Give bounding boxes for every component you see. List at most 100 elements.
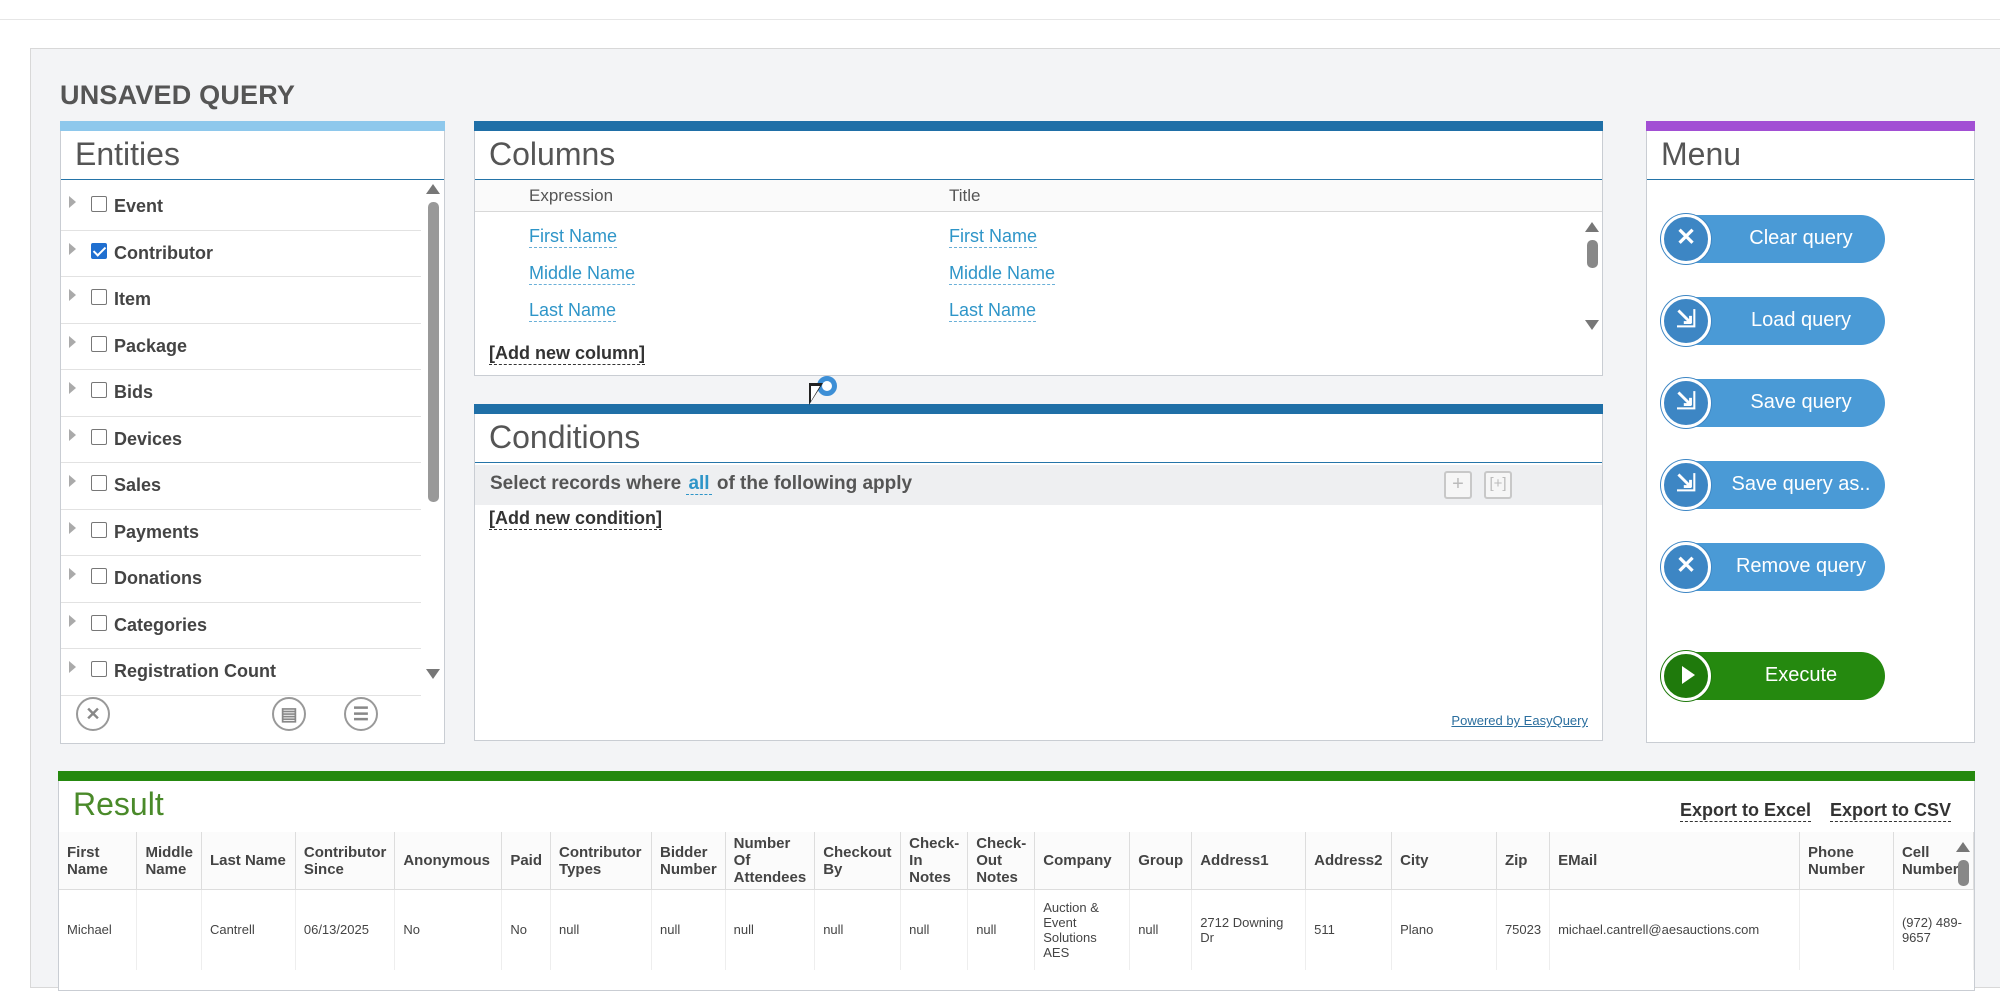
- entity-checkbox[interactable]: [91, 428, 107, 445]
- add-condition-link[interactable]: [Add new condition]: [489, 508, 662, 530]
- execute-button[interactable]: Execute: [1661, 651, 1885, 701]
- expand-triangle-icon[interactable]: [69, 521, 76, 534]
- expand-triangle-icon[interactable]: [69, 661, 76, 673]
- list-view-icon[interactable]: ☰: [344, 697, 378, 731]
- column-header[interactable]: Anonymous: [394, 832, 503, 890]
- column-header[interactable]: City: [1391, 832, 1497, 890]
- column-title[interactable]: Last Name: [949, 300, 1037, 322]
- clear-entities-icon[interactable]: ✕: [76, 697, 110, 731]
- add-column-link[interactable]: [Add new column]: [489, 343, 645, 365]
- expand-triangle-icon[interactable]: [69, 289, 76, 301]
- entity-checkbox[interactable]: [91, 335, 107, 352]
- expand-triangle-icon[interactable]: [69, 475, 76, 487]
- entity-checkbox[interactable]: [91, 521, 107, 538]
- entity-item[interactable]: Registration Count: [61, 649, 421, 696]
- entity-item[interactable]: Categories: [61, 603, 421, 649]
- scroll-down-icon[interactable]: [426, 669, 440, 679]
- save-query-as-label: Save query as..: [1731, 473, 1871, 495]
- table-cell: [1799, 889, 1894, 970]
- column-header[interactable]: Zip: [1496, 832, 1551, 890]
- column-header[interactable]: Contributor Since: [295, 832, 396, 890]
- table-cell: No: [501, 889, 552, 970]
- column-header[interactable]: Check-Out Notes: [967, 832, 1036, 890]
- scroll-thumb[interactable]: [1587, 240, 1598, 268]
- remove-query-button[interactable]: ✕ Remove query: [1661, 542, 1885, 592]
- entity-item[interactable]: Event: [61, 184, 421, 231]
- scroll-up-icon[interactable]: [1585, 222, 1599, 232]
- load-query-button[interactable]: ⇲ Load query: [1661, 296, 1885, 346]
- column-header[interactable]: Group: [1129, 832, 1193, 890]
- expand-triangle-icon[interactable]: [69, 614, 76, 627]
- entity-item[interactable]: Devices: [61, 417, 421, 463]
- expand-triangle-icon[interactable]: [69, 428, 76, 441]
- x-icon: ✕: [1661, 542, 1711, 592]
- entity-item[interactable]: Sales: [61, 463, 421, 510]
- add-condition-icon[interactable]: +: [1444, 471, 1472, 499]
- column-header[interactable]: Middle Name: [136, 832, 202, 890]
- entity-item[interactable]: Payments: [61, 510, 421, 556]
- expand-triangle-icon[interactable]: [69, 196, 76, 208]
- expand-triangle-icon[interactable]: [69, 382, 76, 394]
- scroll-up-icon[interactable]: [1956, 842, 1970, 852]
- export-csv-link[interactable]: Export to CSV: [1830, 800, 1952, 822]
- entity-checkbox[interactable]: [91, 196, 107, 212]
- entities-scrollbar[interactable]: [426, 184, 440, 679]
- column-header[interactable]: Address2: [1305, 832, 1393, 890]
- column-header[interactable]: Bidder Number: [651, 832, 726, 890]
- entity-label: Categories: [114, 614, 208, 635]
- save-query-as-button[interactable]: ⇲ Save query as..: [1661, 460, 1885, 510]
- scroll-thumb[interactable]: [428, 202, 439, 502]
- clear-query-button[interactable]: ✕ Clear query: [1661, 214, 1885, 264]
- entity-item[interactable]: Package: [61, 324, 421, 370]
- entity-checkbox[interactable]: [91, 661, 107, 677]
- column-header[interactable]: Number Of Attendees: [725, 832, 816, 890]
- column-header[interactable]: Company: [1034, 832, 1131, 890]
- table-cell: null: [967, 889, 1036, 970]
- scroll-down-icon[interactable]: [1585, 320, 1599, 330]
- top-divider: [0, 19, 2000, 20]
- column-header[interactable]: Address1: [1191, 832, 1307, 890]
- expand-triangle-icon[interactable]: [69, 335, 76, 348]
- entity-checkbox[interactable]: [91, 614, 107, 631]
- table-cell: null: [725, 889, 816, 970]
- column-expression[interactable]: Last Name: [529, 300, 617, 322]
- column-header[interactable]: Checkout By: [814, 832, 902, 890]
- column-title[interactable]: First Name: [949, 226, 1038, 248]
- entity-item[interactable]: Bids: [61, 370, 421, 417]
- entity-checkbox[interactable]: [91, 475, 107, 491]
- entity-checkbox[interactable]: [91, 289, 107, 305]
- table-cell: 2712 Downing Dr: [1191, 889, 1307, 970]
- entity-checkbox[interactable]: [91, 242, 107, 259]
- column-header[interactable]: Phone Number: [1799, 832, 1894, 890]
- column-expression[interactable]: Middle Name: [529, 263, 636, 285]
- entity-checkbox[interactable]: [91, 568, 107, 584]
- scroll-thumb[interactable]: [1958, 860, 1969, 886]
- column-header[interactable]: Last Name: [201, 832, 296, 890]
- export-excel-link[interactable]: Export to Excel: [1680, 800, 1812, 822]
- column-header[interactable]: EMail: [1549, 832, 1800, 890]
- execute-label: Execute: [1764, 664, 1838, 686]
- entity-item[interactable]: Donations: [61, 556, 421, 603]
- add-group-icon[interactable]: [+]: [1484, 471, 1512, 499]
- entity-item[interactable]: Contributor: [61, 231, 421, 277]
- save-query-label: Save query: [1750, 391, 1852, 413]
- load-query-label: Load query: [1750, 309, 1852, 331]
- result-table: First Name Middle Name Last Name Contributo…: [59, 832, 1975, 970]
- column-title[interactable]: Middle Name: [949, 263, 1056, 285]
- column-header[interactable]: Check-In Notes: [900, 832, 969, 890]
- column-expression[interactable]: First Name: [529, 226, 618, 248]
- column-header[interactable]: Paid: [501, 832, 552, 890]
- entity-item[interactable]: Item: [61, 277, 421, 324]
- expand-triangle-icon[interactable]: [69, 568, 76, 580]
- expand-triangle-icon[interactable]: [69, 242, 76, 255]
- scroll-up-icon[interactable]: [426, 184, 440, 194]
- powered-by-link[interactable]: Powered by EasyQuery: [1451, 713, 1588, 728]
- entity-checkbox[interactable]: [91, 382, 107, 398]
- column-header[interactable]: Contributor Types: [550, 832, 652, 890]
- save-query-button[interactable]: ⇲ Save query: [1661, 378, 1885, 428]
- table-view-icon[interactable]: ▤: [272, 697, 306, 731]
- column-header[interactable]: First Name: [59, 832, 138, 890]
- entity-label: Contributor: [114, 242, 213, 263]
- conditions-mode-link[interactable]: all: [686, 473, 712, 495]
- table-row[interactable]: Michael Cantrell 06/13/2025 No No null null nul…: [59, 889, 1975, 970]
